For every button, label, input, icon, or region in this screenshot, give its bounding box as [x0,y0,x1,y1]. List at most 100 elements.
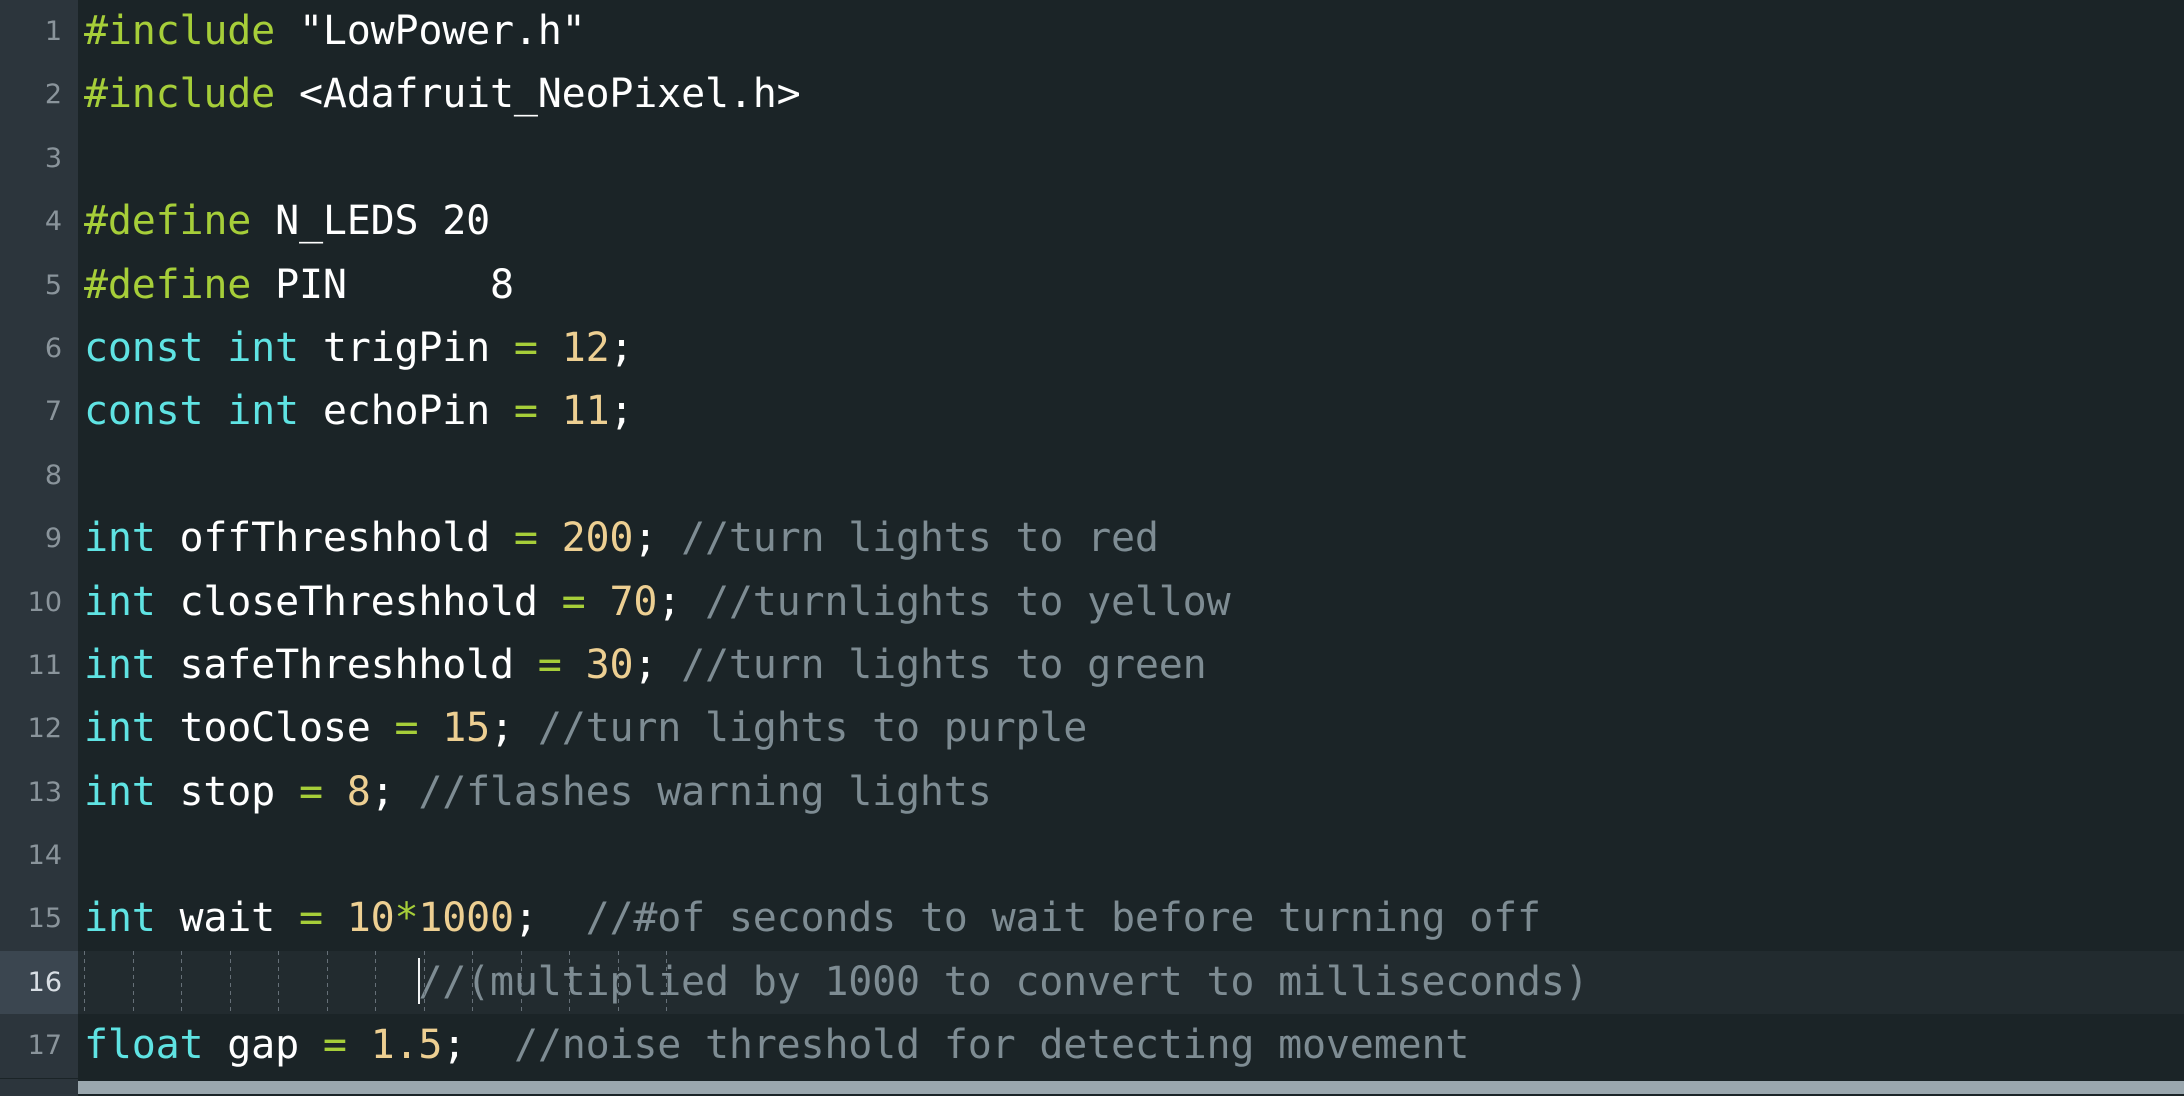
token-kw: const int [84,324,299,371]
token-id [538,325,562,371]
token-id [657,642,681,688]
token-id: gap [203,1022,323,1069]
token-num: 70 [609,578,658,625]
token-kw: int [84,641,156,688]
line-number: 2 [0,63,78,127]
code-line-content[interactable]: int tooClose = 15; //turn lights to purp… [78,697,2184,760]
token-id: safeThreshhold [155,641,538,688]
line-number: 7 [0,380,78,444]
code-line-content[interactable] [78,444,2184,507]
token-op: = [394,705,419,752]
code-line[interactable]: 6 const int trigPin = 12; [0,316,2184,381]
token-id: trigPin [298,324,514,371]
code-lines-container[interactable]: 1 #include "LowPower.h" 2 #include <Adafrui… [0,0,2184,1079]
code-line[interactable]: 16 //(multiplied by 1000 to convert to m… [0,950,2184,1015]
code-line[interactable]: 17 float gap = 1.5; //noise threshold for… [0,1014,2184,1078]
code-line-content[interactable]: #include <Adafruit_NeoPixel.h> [78,63,2184,126]
token-op: * [394,895,419,942]
code-line[interactable]: 15 int wait = 10*1000; //#of seconds to w… [0,887,2184,951]
line-number: 5 [0,253,78,317]
horizontal-scrollbar-thumb[interactable] [78,1081,2184,1094]
token-id [466,1022,514,1068]
token-com: //(multiplied by 1000 to convert to mill… [418,958,1589,1005]
code-line[interactable]: 14 [0,824,2184,888]
token-id [538,895,586,941]
code-line-content[interactable]: float gap = 1.5; //noise threshold for d… [78,1014,2184,1077]
token-kw: int [84,515,156,562]
line-number: 10 [0,570,78,634]
code-editor[interactable]: 1 #include "LowPower.h" 2 #include <Adafrui… [0,0,2184,1096]
code-line-content[interactable]: #define PIN 8 [78,254,2184,317]
line-number: 8 [0,443,78,508]
horizontal-scrollbar[interactable] [0,1079,2184,1096]
code-line[interactable]: 13 int stop = 8; //flashes warning lights [0,760,2184,825]
token-op: = [513,388,538,435]
token-id [681,579,705,625]
token-punc: ; [633,641,658,688]
token-num: 11 [561,388,610,435]
code-line-content[interactable]: int offThreshhold = 200; //turn lights t… [78,507,2184,570]
token-kw: int [84,895,156,942]
token-com: //turn lights to green [681,641,1207,688]
token-num: 8 [346,768,371,815]
token-com: //flashes warning lights [418,768,992,815]
token-id [538,515,562,561]
code-line-content[interactable]: int safeThreshhold = 30; //turn lights t… [78,634,2184,697]
token-com: //turn lights to purple [537,705,1088,752]
code-line[interactable]: 11 int safeThreshhold = 30; //turn lights… [0,633,2184,698]
token-id: wait [155,895,299,942]
token-id [657,515,681,561]
line-number: 15 [0,887,78,951]
token-num: 30 [585,641,634,688]
token-kw: const int [84,388,299,435]
code-line-content[interactable]: int stop = 8; //flashes warning lights [78,761,2184,824]
token-pre: #define [84,198,252,245]
token-com: //#of seconds to wait before turning off [585,895,1541,942]
code-line[interactable]: 4 #define N_LEDS 20 [0,190,2184,254]
code-line[interactable]: 12 int tooClose = 15; //turn lights to pu… [0,697,2184,761]
code-line-content[interactable]: #include "LowPower.h" [78,0,2184,63]
code-line-content[interactable] [78,824,2184,887]
code-line-content[interactable]: const int trigPin = 12; [78,317,2184,380]
code-line-content[interactable]: //(multiplied by 1000 to convert to mill… [78,950,2184,1015]
code-line[interactable]: 2 #include <Adafruit_NeoPixel.h> [0,63,2184,127]
token-id [395,769,419,815]
line-number: 1 [0,0,78,64]
code-line[interactable]: 8 [0,443,2184,508]
code-line-content[interactable]: const int echoPin = 11; [78,380,2184,443]
token-id [562,642,586,688]
token-op: = [513,324,538,371]
code-line[interactable]: 9 int offThreshhold = 200; //turn lights … [0,507,2184,571]
token-com: //turn lights to red [681,515,1159,562]
code-line-content[interactable]: int closeThreshhold = 70; //turnlights t… [78,571,2184,634]
token-punc: ; [370,768,395,815]
code-line[interactable]: 1 #include "LowPower.h" [0,0,2184,64]
token-op: = [513,515,538,562]
code-line[interactable]: 10 int closeThreshhold = 70; //turnlights… [0,570,2184,634]
token-op: = [537,641,562,688]
token-id: closeThreshhold [155,578,562,625]
code-line[interactable]: 7 const int echoPin = 11; [0,380,2184,444]
line-number: 13 [0,760,78,825]
line-number: 16 [0,950,78,1015]
token-punc: ; [609,324,634,371]
token-op: = [561,578,586,625]
scrollbar-track[interactable] [78,1079,2184,1096]
token-pre: #define [84,261,252,308]
token-id [586,579,610,625]
token-kw: int [84,578,156,625]
code-line-content[interactable] [78,127,2184,190]
token-id [275,71,299,117]
code-line[interactable]: 5 #define PIN 8 [0,253,2184,317]
line-number: 17 [0,1014,78,1078]
code-line[interactable]: 3 [0,126,2184,191]
line-number: 6 [0,316,78,381]
token-str: "LowPower.h" [298,8,586,54]
code-line-content[interactable]: #define N_LEDS 20 [78,190,2184,253]
token-id [323,769,347,815]
token-id [418,705,442,751]
token-id [538,388,562,434]
code-line-content[interactable]: int wait = 10*1000; //#of seconds to wai… [78,887,2184,950]
token-op: = [298,895,323,942]
